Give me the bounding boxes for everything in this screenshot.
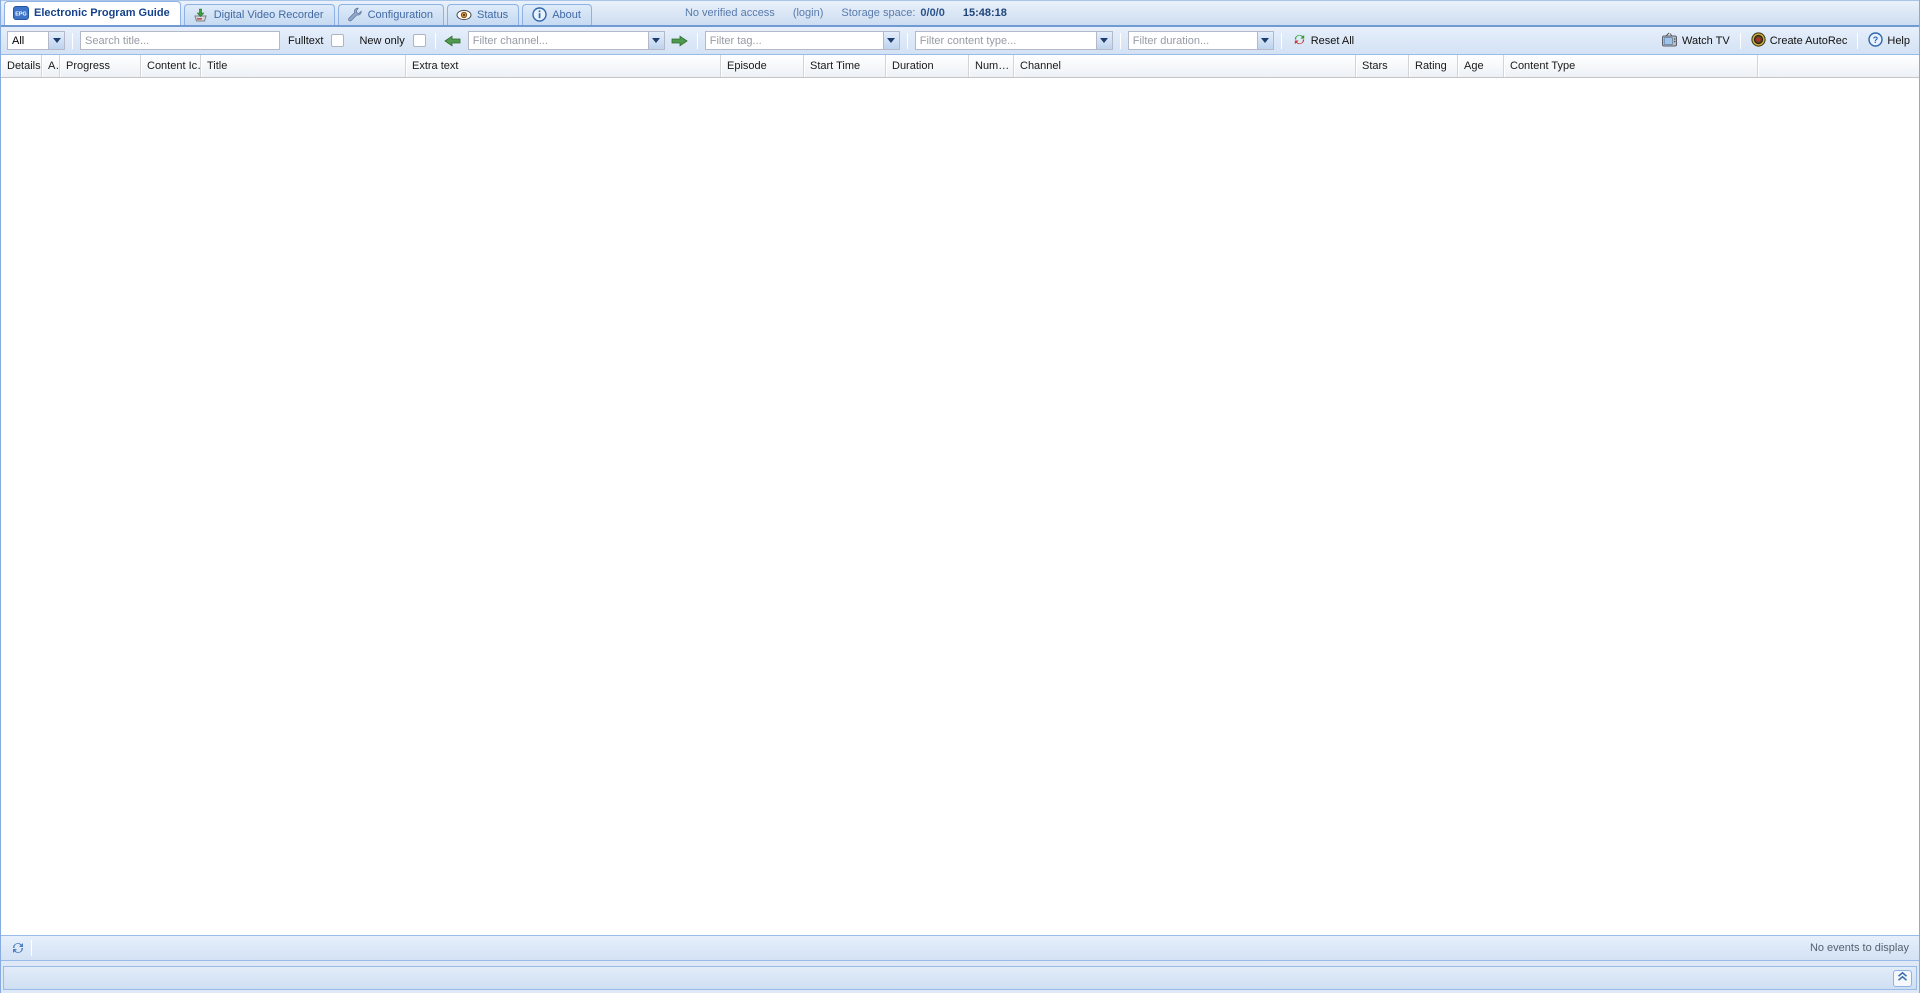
help-icon: ? bbox=[1868, 32, 1883, 50]
toolbar-separator bbox=[1740, 33, 1741, 49]
column-header-rating[interactable]: Rating bbox=[1409, 55, 1458, 77]
column-header-channel[interactable]: Channel bbox=[1014, 55, 1356, 77]
tab-label: Digital Video Recorder bbox=[214, 9, 324, 21]
tab-label: Configuration bbox=[368, 9, 433, 21]
clock: 15:48:18 bbox=[963, 1, 1007, 25]
tab-electronic-program-guide[interactable]: EPG Electronic Program Guide bbox=[4, 1, 181, 25]
toolbar-separator bbox=[1120, 33, 1121, 49]
next-channel-arrow-icon[interactable] bbox=[670, 31, 690, 51]
prev-channel-arrow-icon[interactable] bbox=[443, 31, 463, 51]
column-header-episode[interactable]: Episode bbox=[721, 55, 804, 77]
access-status-text: No verified access bbox=[685, 1, 775, 25]
toolbar-separator bbox=[1857, 33, 1858, 49]
chevron-down-icon[interactable] bbox=[648, 31, 665, 50]
info-icon bbox=[531, 7, 547, 23]
watch-tv-button[interactable]: Watch TV bbox=[1658, 30, 1733, 52]
column-header-airs[interactable]: A… bbox=[42, 55, 60, 77]
collapsed-details-panel bbox=[3, 966, 1917, 990]
download-icon bbox=[193, 7, 209, 23]
toolbar-separator bbox=[435, 33, 436, 49]
chevron-down-icon[interactable] bbox=[883, 31, 900, 50]
storage-space-value: 0/0/0 bbox=[920, 1, 944, 25]
filter-duration-combo[interactable] bbox=[1128, 31, 1274, 50]
filter-channel-input[interactable] bbox=[468, 31, 648, 50]
epg-grid-body bbox=[1, 78, 1919, 935]
epg-filter-toolbar: All Fulltext New only bbox=[1, 27, 1919, 55]
eye-icon bbox=[456, 7, 472, 23]
autorec-icon bbox=[1751, 32, 1766, 50]
wrench-icon bbox=[347, 7, 363, 23]
chevron-down-icon[interactable] bbox=[1257, 31, 1274, 50]
storage-space-label: Storage space: bbox=[841, 1, 915, 25]
tab-label: About bbox=[552, 9, 581, 21]
search-title-input[interactable] bbox=[80, 31, 280, 50]
filter-channel-combo[interactable] bbox=[468, 31, 665, 50]
tab-label: Status bbox=[477, 9, 508, 21]
column-header-content-type[interactable]: Content Type bbox=[1504, 55, 1758, 77]
main-tab-bar: EPG Electronic Program Guide Digital Vid… bbox=[1, 0, 1919, 27]
double-chevron-up-icon bbox=[1897, 971, 1908, 985]
search-range-select[interactable]: All bbox=[7, 31, 65, 50]
filter-duration-input[interactable] bbox=[1128, 31, 1257, 50]
column-header-content-icon[interactable]: Content Ic… bbox=[141, 55, 201, 77]
column-header-details[interactable]: Details bbox=[1, 55, 42, 77]
column-header-progress[interactable]: Progress bbox=[60, 55, 141, 77]
toolbar-separator bbox=[1281, 33, 1282, 49]
help-button[interactable]: ? Help bbox=[1865, 30, 1913, 52]
toolbar-separator bbox=[907, 33, 908, 49]
tab-digital-video-recorder[interactable]: Digital Video Recorder bbox=[184, 4, 335, 25]
new-only-label: New only bbox=[359, 35, 404, 47]
column-header-duration[interactable]: Duration bbox=[886, 55, 969, 77]
new-only-checkbox[interactable] bbox=[413, 34, 426, 47]
login-link[interactable]: (login) bbox=[793, 1, 824, 25]
create-autorec-button[interactable]: Create AutoRec bbox=[1748, 30, 1851, 52]
fulltext-label: Fulltext bbox=[288, 35, 323, 47]
toolbar-separator bbox=[31, 940, 32, 956]
chevron-down-icon[interactable] bbox=[1096, 31, 1113, 50]
column-header-age[interactable]: Age bbox=[1458, 55, 1504, 77]
column-header-extra-text[interactable]: Extra text bbox=[406, 55, 721, 77]
toolbar-separator bbox=[697, 33, 698, 49]
fulltext-checkbox[interactable] bbox=[331, 34, 344, 47]
filter-tag-combo[interactable] bbox=[705, 31, 900, 50]
tab-label: Electronic Program Guide bbox=[34, 7, 170, 19]
column-header-stars[interactable]: Stars bbox=[1356, 55, 1409, 77]
grid-empty-status: No events to display bbox=[1810, 942, 1913, 954]
tab-configuration[interactable]: Configuration bbox=[338, 4, 444, 25]
column-header-start-time[interactable]: Start Time bbox=[804, 55, 886, 77]
epg-icon: EPG bbox=[13, 5, 29, 21]
column-header-title[interactable]: Title bbox=[201, 55, 406, 77]
column-header-filler bbox=[1758, 55, 1919, 77]
search-range-value: All bbox=[7, 31, 48, 50]
svg-text:EPG: EPG bbox=[15, 12, 26, 18]
toolbar-separator bbox=[72, 33, 73, 49]
refresh-button[interactable] bbox=[7, 938, 29, 958]
reset-all-button[interactable]: Reset All bbox=[1289, 30, 1357, 52]
chevron-down-icon[interactable] bbox=[48, 31, 65, 50]
paging-toolbar: No events to display bbox=[1, 935, 1919, 961]
tvheadend-app: EPG Electronic Program Guide Digital Vid… bbox=[0, 0, 1920, 993]
filter-content-type-input[interactable] bbox=[915, 31, 1096, 50]
tab-status[interactable]: Status bbox=[447, 4, 519, 25]
tab-about[interactable]: About bbox=[522, 4, 592, 25]
expand-panel-button[interactable] bbox=[1893, 970, 1912, 987]
tv-icon bbox=[1661, 32, 1678, 50]
reset-icon bbox=[1292, 32, 1307, 50]
svg-text:?: ? bbox=[1873, 35, 1879, 45]
filter-content-type-combo[interactable] bbox=[915, 31, 1113, 50]
column-header-number[interactable]: Num… bbox=[969, 55, 1014, 77]
epg-grid-header: Details A… Progress Content Ic… Title Ex… bbox=[1, 55, 1919, 78]
filter-tag-input[interactable] bbox=[705, 31, 883, 50]
